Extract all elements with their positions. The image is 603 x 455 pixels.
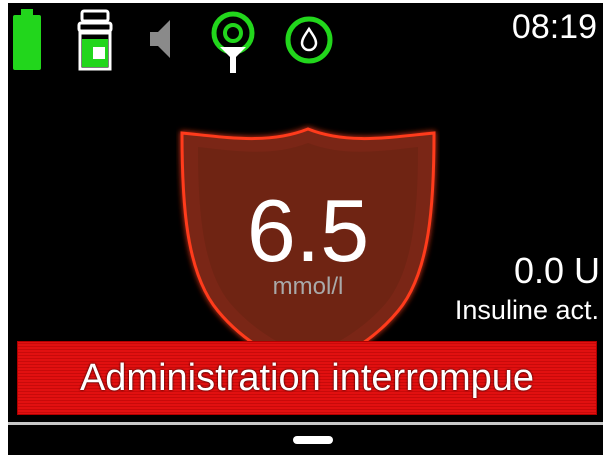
active-insulin-value: 0.0 U <box>513 250 600 291</box>
alert-message: Administration interrompue <box>79 357 535 399</box>
cgm-sensor-icon <box>211 11 255 73</box>
active-insulin-label: Insuline act. <box>454 295 599 325</box>
swipe-handle[interactable] <box>293 436 333 444</box>
insulin-cartridge-icon <box>77 9 113 71</box>
speaker-muted-icon <box>150 20 170 58</box>
glucose-unit: mmol/l <box>272 273 344 300</box>
alert-banner[interactable]: Administration interrompue <box>17 341 597 415</box>
glucose-value: 6.5 <box>246 181 370 280</box>
battery-icon <box>13 9 41 70</box>
drop-icon <box>285 16 333 64</box>
bottom-bar <box>8 422 603 455</box>
clock-time: 08:19 <box>511 8 597 46</box>
pump-screen: 08:19 6.5 mmol/l 0.0 U Insuline act. Adm… <box>8 3 603 455</box>
